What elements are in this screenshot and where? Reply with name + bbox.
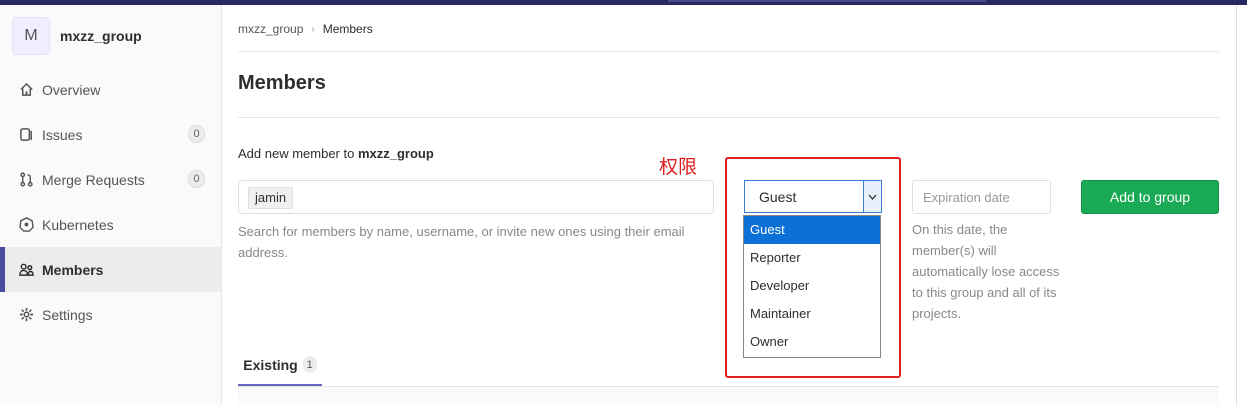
- chevron-down-icon[interactable]: [863, 181, 881, 212]
- gear-icon: [18, 307, 34, 323]
- members-list-header: [238, 387, 1219, 405]
- expiration-placeholder: Expiration date: [923, 190, 1010, 205]
- merge-request-icon: [18, 172, 34, 188]
- sidebar-item-label: Overview: [42, 81, 101, 98]
- group-name[interactable]: mxzz_group: [60, 28, 142, 44]
- role-option-owner[interactable]: Owner: [744, 328, 880, 356]
- role-select-value: Guest: [759, 189, 797, 205]
- issues-count-badge: 0: [188, 125, 205, 143]
- sidebar-item-label: Kubernetes: [42, 216, 114, 233]
- sidebar-item-kubernetes[interactable]: Kubernetes: [0, 202, 221, 247]
- role-option-maintainer[interactable]: Maintainer: [744, 300, 880, 328]
- sidebar-item-members[interactable]: Members: [0, 247, 221, 292]
- group-avatar[interactable]: M: [12, 17, 50, 55]
- sidebar-item-label: Issues: [42, 126, 83, 143]
- member-search-input[interactable]: jamin: [238, 180, 714, 214]
- chevron-right-icon: ›: [311, 23, 315, 35]
- divider: [238, 117, 1219, 118]
- sidebar-item-label: Settings: [42, 306, 93, 323]
- sidebar-item-overview[interactable]: Overview: [0, 67, 221, 112]
- navbar-highlight: [668, 0, 986, 2]
- divider: [238, 51, 1219, 52]
- sidebar-item-label: Merge Requests: [42, 171, 145, 188]
- breadcrumb-current[interactable]: Members: [323, 22, 373, 36]
- merge-requests-count-badge: 0: [188, 170, 205, 188]
- role-select[interactable]: Guest: [744, 180, 882, 213]
- breadcrumb: mxzz_group › Members: [238, 22, 373, 36]
- member-search-help: Search for members by name, username, or…: [238, 224, 685, 260]
- add-member-group: mxzz_group: [357, 146, 434, 161]
- page-title: Members: [238, 72, 326, 94]
- role-option-developer[interactable]: Developer: [744, 272, 880, 300]
- tab-existing[interactable]: Existing 1: [238, 345, 322, 386]
- role-option-guest[interactable]: Guest: [744, 216, 880, 244]
- sidebar-nav: Overview Issues 0 Merge Requests 0 Kuber…: [0, 67, 221, 337]
- role-dropdown: Guest Reporter Developer Maintainer Owne…: [743, 215, 881, 358]
- add-to-group-button[interactable]: Add to group: [1081, 180, 1219, 214]
- issues-icon: [18, 127, 34, 143]
- sidebar: M mxzz_group Overview Issues 0 Merge Req…: [0, 5, 222, 405]
- add-member-label: Add new member to mxzz_group: [238, 146, 434, 161]
- sidebar-item-label: Members: [42, 261, 104, 278]
- kubernetes-icon: [18, 217, 34, 233]
- annotation-label: 权限: [659, 156, 698, 178]
- existing-count-badge: 1: [302, 356, 317, 373]
- sidebar-item-issues[interactable]: Issues 0: [0, 112, 221, 157]
- tab-label: Existing: [243, 356, 298, 373]
- breadcrumb-parent[interactable]: mxzz_group: [238, 22, 303, 36]
- members-icon: [18, 262, 34, 278]
- add-member-label-prefix: Add new member to: [238, 146, 355, 161]
- home-icon: [18, 82, 34, 98]
- sidebar-item-settings[interactable]: Settings: [0, 292, 221, 337]
- expiration-date-input[interactable]: Expiration date: [912, 180, 1051, 214]
- group-context[interactable]: M mxzz_group: [12, 17, 142, 55]
- expiration-help: On this date, the member(s) will automat…: [912, 222, 1060, 321]
- scrollbar-edge: [1236, 5, 1237, 405]
- sidebar-item-merge-requests[interactable]: Merge Requests 0: [0, 157, 221, 202]
- selected-user-token[interactable]: jamin: [248, 187, 294, 209]
- role-option-reporter[interactable]: Reporter: [744, 244, 880, 272]
